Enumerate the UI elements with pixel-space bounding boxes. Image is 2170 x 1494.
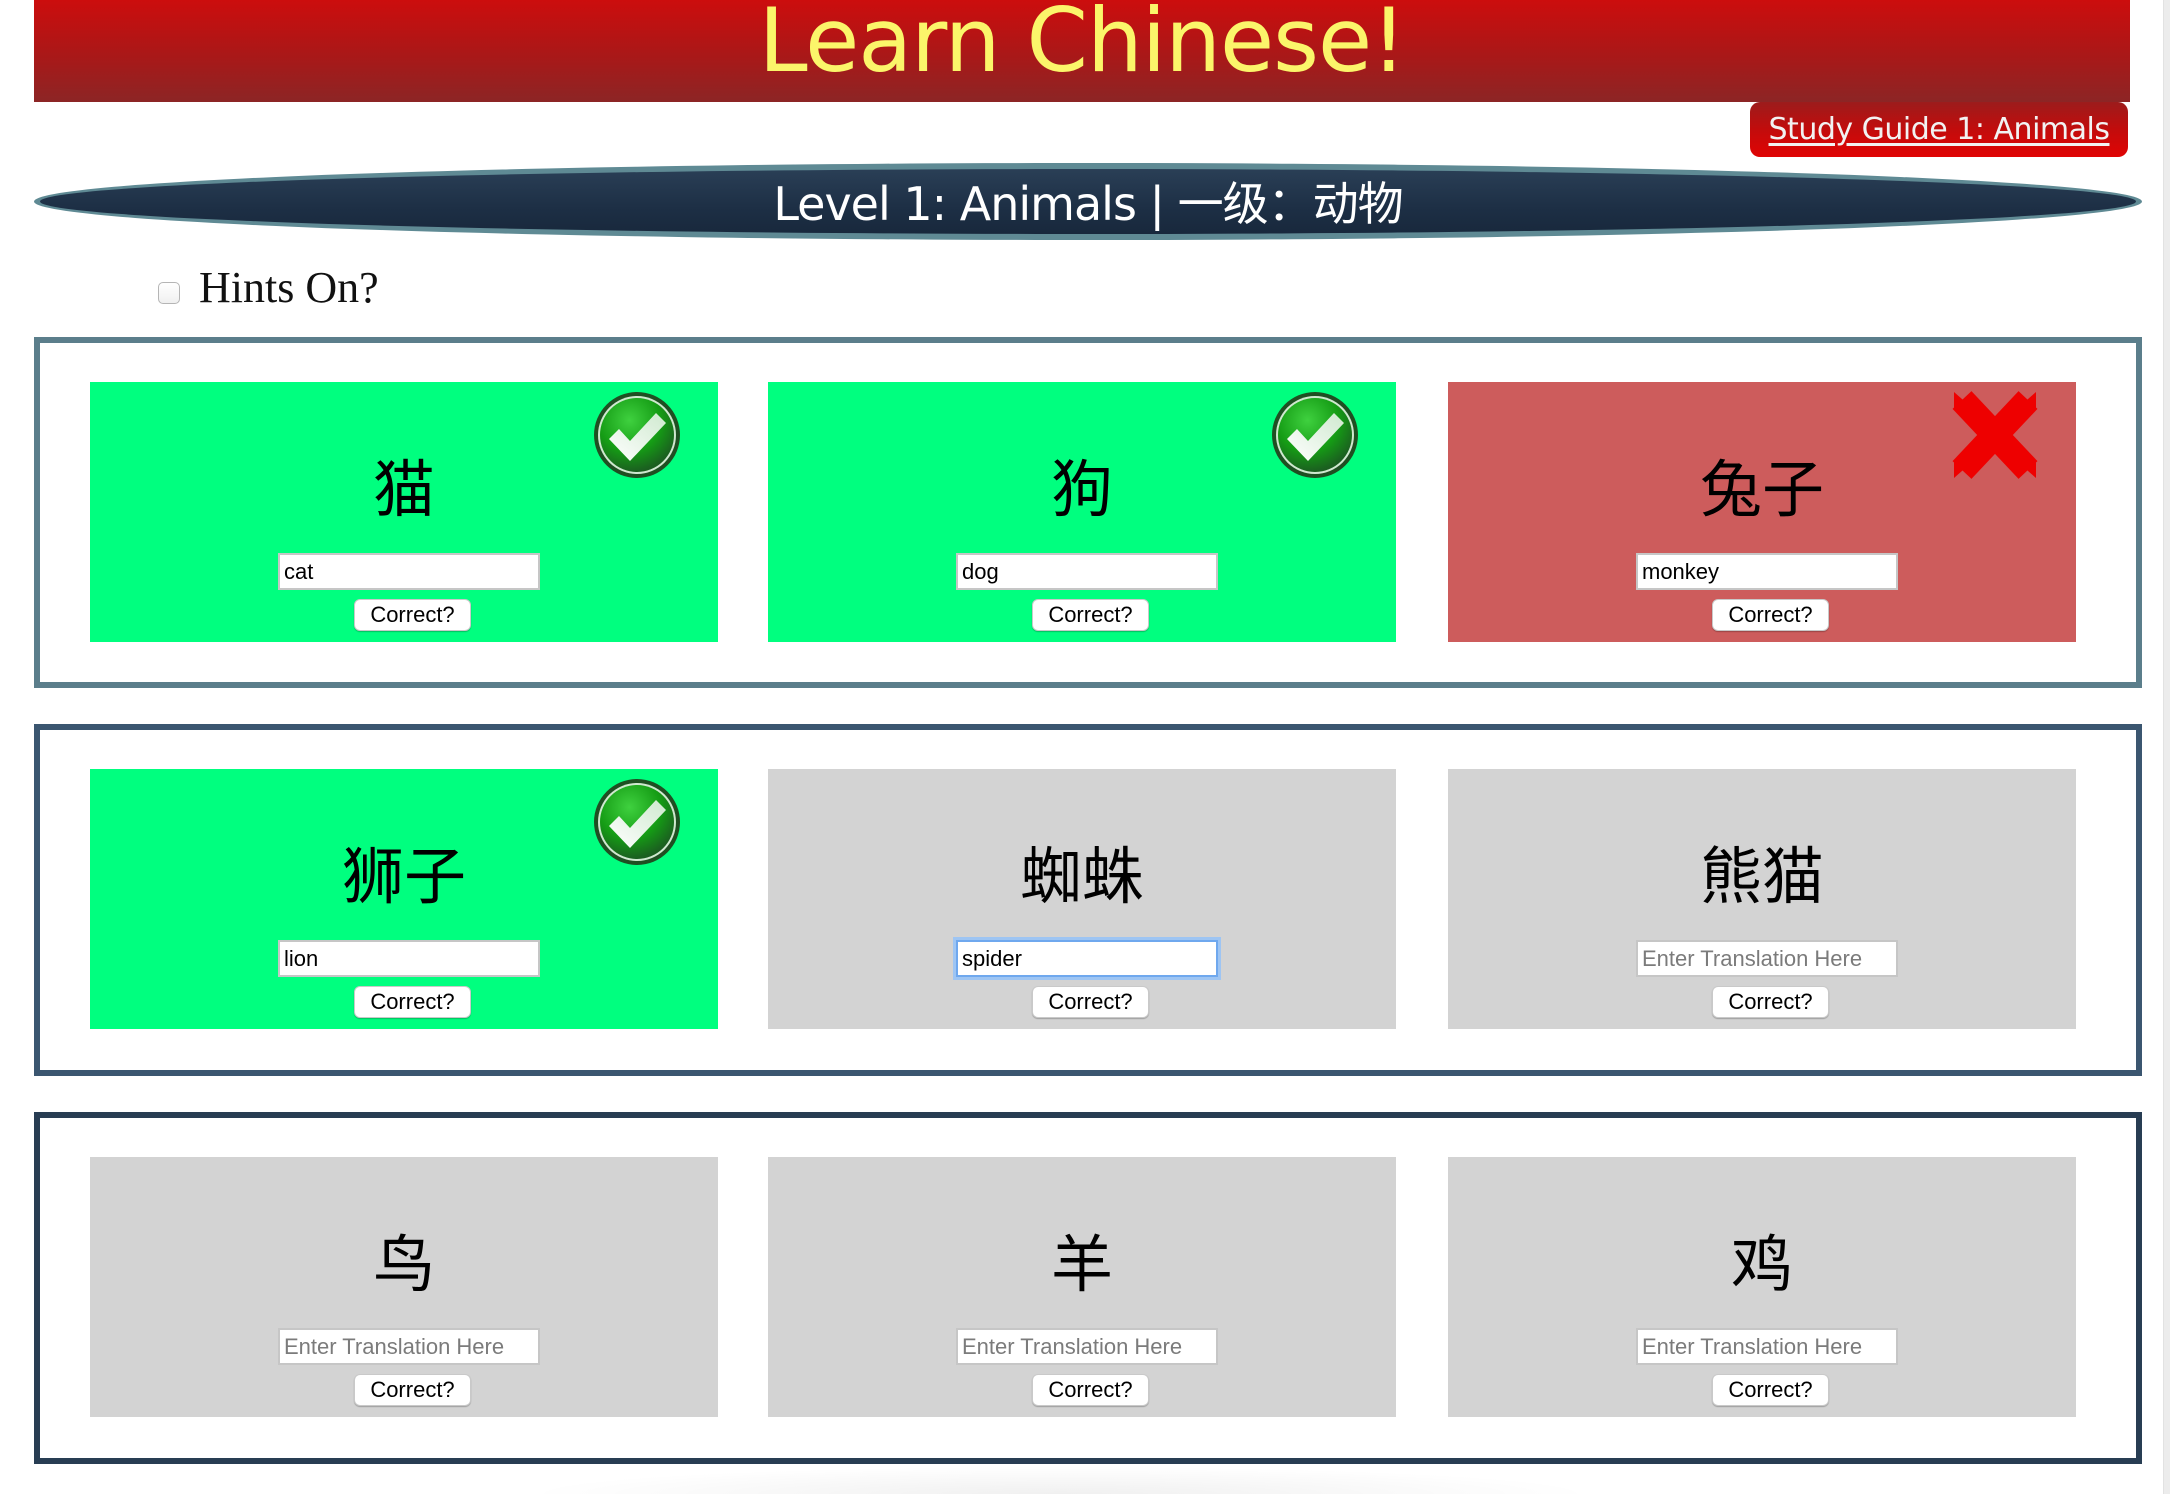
check-answer-button[interactable]: Correct? xyxy=(1712,599,1829,631)
check-icon xyxy=(1270,390,1360,480)
page-scrollbar[interactable] xyxy=(2163,0,2170,1494)
flashcard-row-3: 鸟 Correct? 羊 Correct? 鸡 Correct? xyxy=(34,1112,2142,1464)
chinese-word: 鸟 xyxy=(372,1228,435,1301)
flashcard: 蜘蛛 Correct? xyxy=(768,769,1396,1029)
check-answer-button[interactable]: Correct? xyxy=(1712,986,1829,1018)
flashcard: 狗Correct? xyxy=(768,382,1396,642)
translation-input[interactable] xyxy=(956,1328,1218,1365)
page-header: Learn Chinese! xyxy=(34,0,2130,102)
check-answer-button[interactable]: Correct? xyxy=(354,599,471,631)
hints-toggle[interactable]: Hints On? xyxy=(158,262,379,313)
translation-input[interactable] xyxy=(1636,940,1898,977)
translation-input[interactable] xyxy=(278,940,540,977)
study-guide-link[interactable]: Study Guide 1: Animals xyxy=(1769,112,2110,147)
check-answer-button[interactable]: Correct? xyxy=(354,1374,471,1406)
chinese-word: 熊猫 xyxy=(1699,840,1824,913)
level-title: Level 1: Animals | 一级：动物 xyxy=(773,176,1403,231)
flashcard: 熊猫 Correct? xyxy=(1448,769,2076,1029)
translation-input[interactable] xyxy=(956,940,1218,977)
flashcard: 兔子Correct? xyxy=(1448,382,2076,642)
flashcard: 羊 Correct? xyxy=(768,1157,1396,1417)
hints-label: Hints On? xyxy=(199,263,379,312)
translation-input[interactable] xyxy=(1636,1328,1898,1365)
check-answer-button[interactable]: Correct? xyxy=(1032,986,1149,1018)
page-title: Learn Chinese! xyxy=(758,0,1407,92)
chinese-word: 鸡 xyxy=(1730,1228,1793,1301)
x-icon xyxy=(1950,390,2040,480)
translation-input[interactable] xyxy=(1636,553,1898,590)
hints-checkbox[interactable] xyxy=(158,281,180,304)
flashcard: 鸟 Correct? xyxy=(90,1157,718,1417)
flashcard: 猫Correct? xyxy=(90,382,718,642)
flashcard: 狮子Correct? xyxy=(90,769,718,1029)
flashcard-row-1: 猫Correct? 狗Correct? 兔子Correct? xyxy=(34,337,2142,688)
check-answer-button[interactable]: Correct? xyxy=(354,986,471,1018)
translation-input[interactable] xyxy=(278,1328,540,1365)
chinese-word: 羊 xyxy=(1050,1228,1113,1301)
check-answer-button[interactable]: Correct? xyxy=(1032,599,1149,631)
check-icon xyxy=(592,777,682,867)
level-banner: Level 1: Animals | 一级：动物 xyxy=(34,163,2142,240)
flashcard: 鸡 Correct? xyxy=(1448,1157,2076,1417)
chinese-word: 蜘蛛 xyxy=(1019,840,1144,913)
translation-input[interactable] xyxy=(956,553,1218,590)
flashcard-row-2: 狮子Correct? 蜘蛛 Correct? 熊猫 Correct? xyxy=(34,724,2142,1076)
study-guide-button[interactable]: Study Guide 1: Animals xyxy=(1750,102,2128,157)
check-answer-button[interactable]: Correct? xyxy=(1032,1374,1149,1406)
translation-input[interactable] xyxy=(278,553,540,590)
bottom-shadow xyxy=(520,1466,1600,1494)
check-icon xyxy=(592,390,682,480)
check-answer-button[interactable]: Correct? xyxy=(1712,1374,1829,1406)
